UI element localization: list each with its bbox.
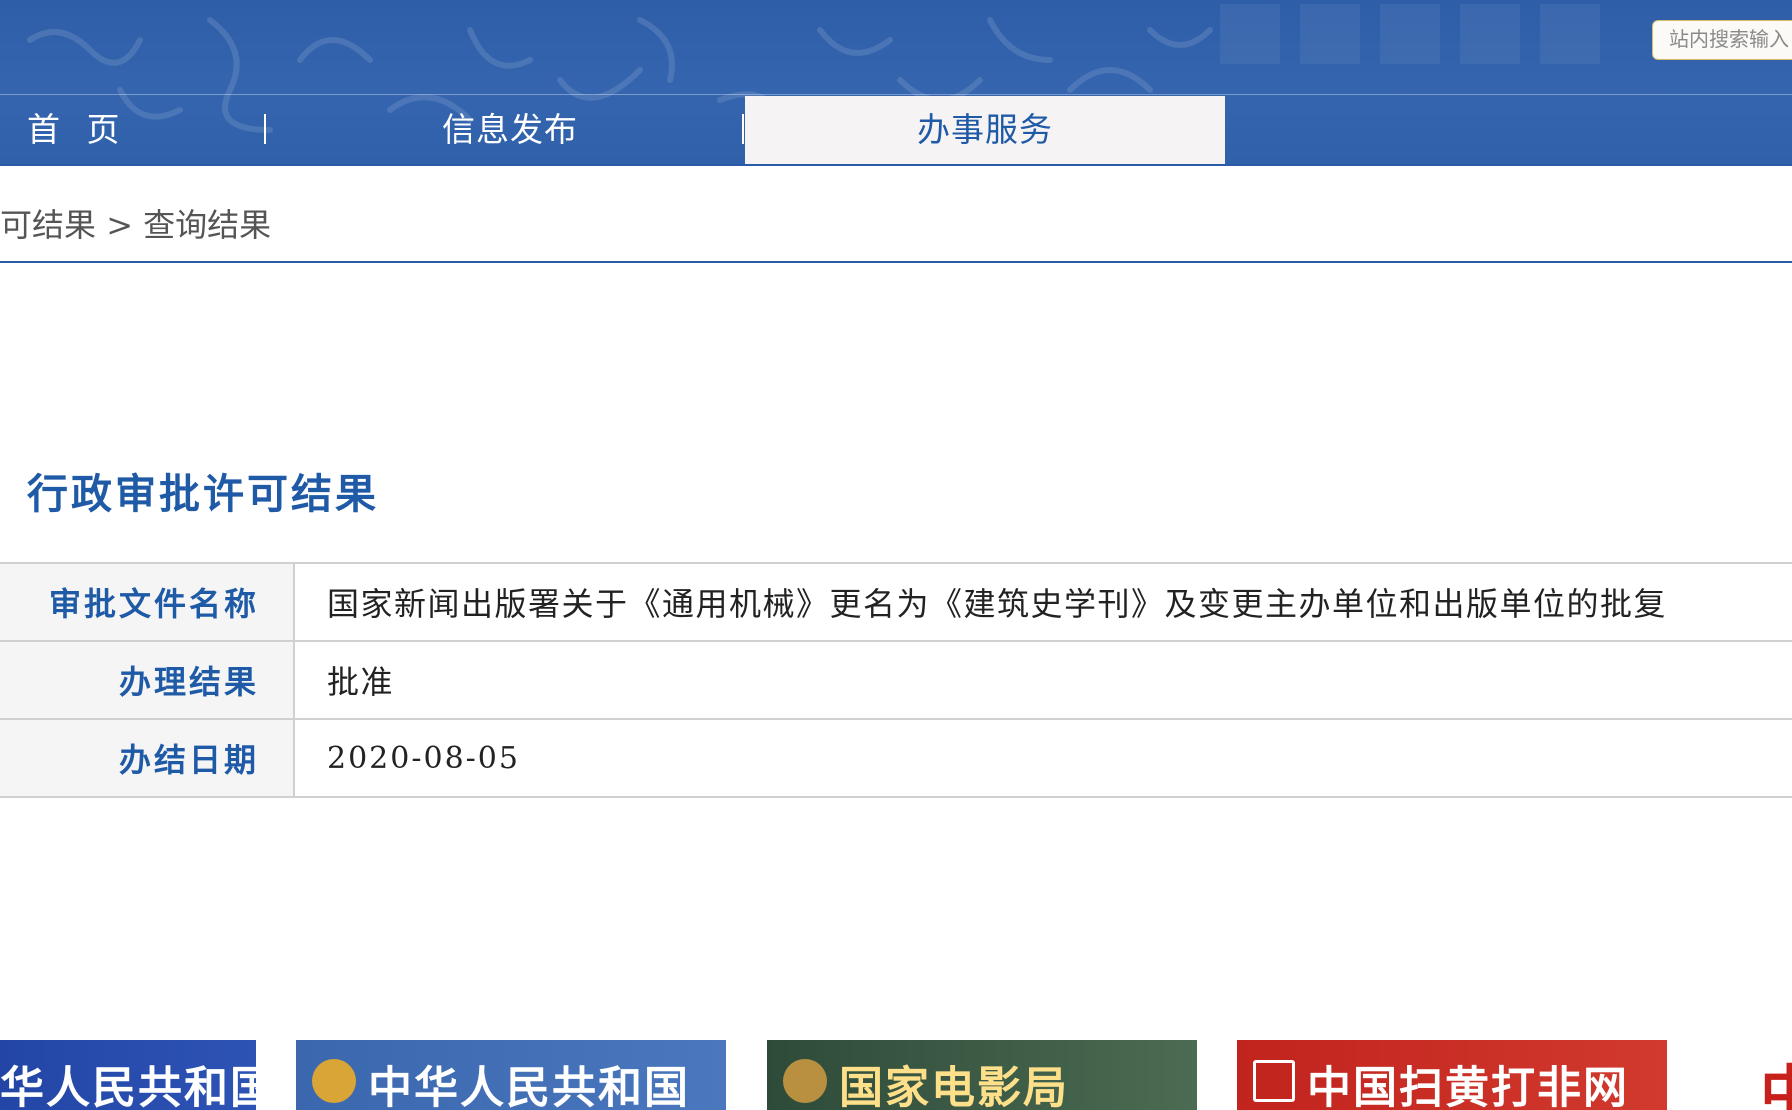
banner-link-2[interactable]: 中华人民共和国 <box>296 1040 726 1110</box>
banner-link-4[interactable]: 中国扫黄打非网 <box>1237 1040 1667 1110</box>
banner-link-5[interactable]: 中 <box>1760 1040 1792 1110</box>
breadcrumb-rule <box>0 261 1792 263</box>
row-label: 审批文件名称 <box>0 563 294 641</box>
result-table: 审批文件名称 国家新闻出版署关于《通用机械》更名为《建筑史学刊》及变更主办单位和… <box>0 562 1792 798</box>
row-label: 办结日期 <box>0 719 294 797</box>
breadcrumb-parent[interactable]: 可结果 <box>0 206 96 244</box>
breadcrumb-current: 查询结果 <box>143 206 271 244</box>
banner-label: 华人民共和国 <box>0 1063 256 1110</box>
main-nav: 首 页 信息发布 办事服务 <box>0 96 1792 164</box>
banner-label: 中国扫黄打非网 <box>1307 1063 1629 1110</box>
banner-label: 中 <box>1760 1060 1792 1110</box>
site-header: 站内搜索输入 首 页 信息发布 办事服务 <box>0 0 1792 166</box>
nav-separator <box>264 114 266 144</box>
header-divider <box>0 94 1792 95</box>
banner-link-3[interactable]: 国家电影局 <box>767 1040 1197 1110</box>
seal-icon <box>1253 1060 1295 1102</box>
row-value: 国家新闻出版署关于《通用机械》更名为《建筑史学刊》及变更主办单位和出版单位的批复 <box>294 563 1792 641</box>
banner-label: 中华人民共和国 <box>368 1063 690 1110</box>
nav-home[interactable]: 首 页 <box>27 96 128 164</box>
nav-info-release[interactable]: 信息发布 <box>442 96 578 164</box>
breadcrumb-separator: > <box>106 206 133 244</box>
site-search-input[interactable]: 站内搜索输入 <box>1652 20 1792 60</box>
nav-services[interactable]: 办事服务 <box>745 96 1225 164</box>
page-title: 行政审批许可结果 <box>27 460 379 520</box>
table-row: 审批文件名称 国家新闻出版署关于《通用机械》更名为《建筑史学刊》及变更主办单位和… <box>0 563 1792 641</box>
row-label: 办理结果 <box>0 641 294 719</box>
table-row: 办结日期 2020-08-05 <box>0 719 1792 797</box>
header-bottom-border <box>0 164 1792 166</box>
banner-label: 国家电影局 <box>839 1063 1069 1110</box>
banner-link-1[interactable]: 华人民共和国 <box>0 1040 256 1110</box>
nav-separator <box>742 114 744 144</box>
table-row: 办理结果 批准 <box>0 641 1792 719</box>
row-value: 2020-08-05 <box>294 719 1792 797</box>
breadcrumb: 可结果 > 查询结果 <box>0 200 271 246</box>
row-value: 批准 <box>294 641 1792 719</box>
